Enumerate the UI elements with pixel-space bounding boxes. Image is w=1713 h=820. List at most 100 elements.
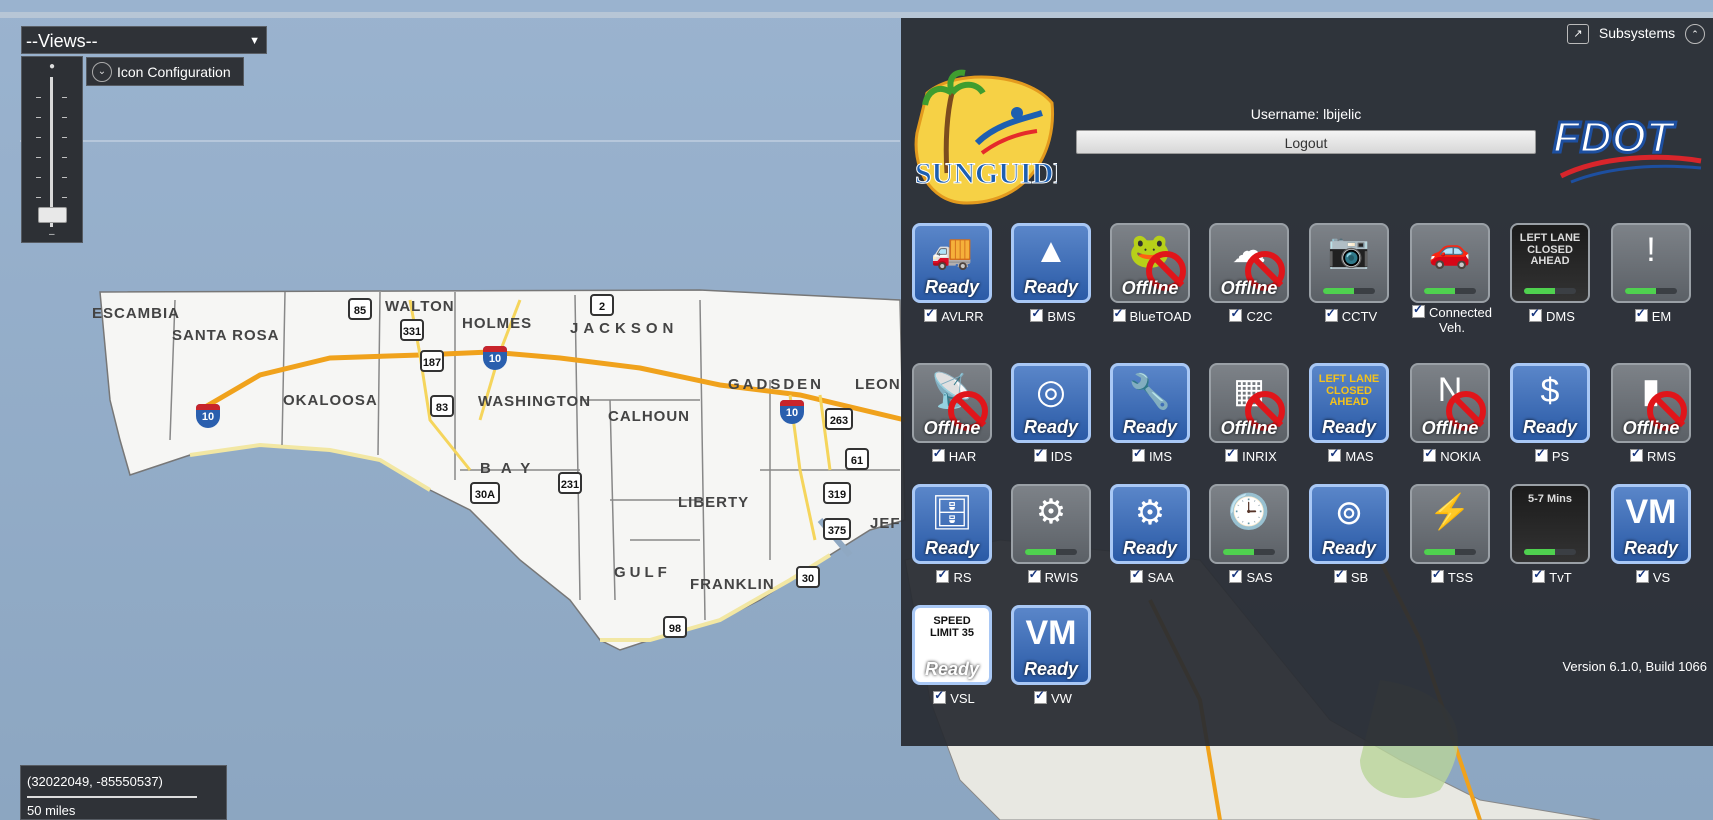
tile-checkbox[interactable] [1112, 306, 1126, 322]
sensor-icon[interactable]: ⚡ [1410, 484, 1490, 564]
tow-truck-icon[interactable]: 🚚 Ready [912, 223, 992, 303]
gear-icon[interactable]: ⚙ Ready [1110, 484, 1190, 564]
subsystem-tile-vsl[interactable]: SPEED LIMIT 35 Ready VSL [908, 605, 1000, 711]
zoom-out-icon[interactable]: – [49, 229, 55, 240]
weather-station-icon[interactable]: ⚙ [1011, 484, 1091, 564]
exclamation-icon[interactable]: ! [1611, 223, 1691, 303]
toad-icon[interactable]: 🐸 Offline [1110, 223, 1190, 303]
wrench-icon[interactable]: 🔧 Ready [1110, 363, 1190, 443]
tile-checkbox[interactable] [1130, 567, 1144, 583]
tile-checkbox[interactable] [1630, 446, 1644, 462]
subsystem-tile-dms[interactable]: LEFT LANE CLOSED AHEAD DMS [1506, 223, 1598, 329]
tile-checkbox[interactable] [1131, 446, 1145, 462]
logout-button[interactable]: Logout [1076, 130, 1536, 154]
clock-icon[interactable]: 🕒 [1209, 484, 1289, 564]
barrier-icon[interactable]: ▲ Ready [1011, 223, 1091, 303]
subsystem-tile-mas[interactable]: LEFT LANE CLOSED AHEAD Ready MAS [1305, 363, 1397, 469]
subsystem-tile-sb[interactable]: ⊚ Ready SB [1305, 484, 1397, 590]
subsystem-tile-tss[interactable]: ⚡ TSS [1406, 484, 1498, 590]
tile-glyph: $ [1540, 372, 1560, 410]
tile-glyph: LEFT LANE CLOSED AHEAD [1318, 373, 1380, 409]
radar-icon[interactable]: ◎ Ready [1011, 363, 1091, 443]
subsystems-toggle[interactable]: ↗ Subsystems ⌃ [1566, 22, 1705, 45]
broadcast-icon[interactable]: ⊚ Ready [1309, 484, 1389, 564]
subsystem-tile-ims[interactable]: 🔧 Ready IMS [1106, 363, 1198, 469]
tile-checkbox[interactable] [1030, 306, 1044, 322]
subsystem-tile-rs[interactable]: 🗄 Ready RS [908, 484, 1000, 590]
dollar-icon[interactable]: $ Ready [1510, 363, 1590, 443]
sign-icon[interactable]: LEFT LANE CLOSED AHEAD Ready [1309, 363, 1389, 443]
subsystem-tile-har[interactable]: 📡Offline HAR [908, 363, 1000, 469]
cloud-icon[interactable]: ☁ Offline [1209, 223, 1289, 303]
icon-configuration-button[interactable]: ⌄ Icon Configuration [86, 57, 244, 86]
radio-tower-icon[interactable]: 📡 Offline [912, 363, 992, 443]
subsystem-tile-sas[interactable]: 🕒 SAS [1205, 484, 1297, 590]
subsystem-tile-cctv[interactable]: 📷 CCTV [1305, 223, 1397, 329]
county-label: GULF [614, 564, 671, 581]
speed-limit-icon[interactable]: SPEED LIMIT 35 Ready [912, 605, 992, 685]
subsystem-tile-avlrr[interactable]: 🚚 Ready AVLRR [908, 223, 1000, 329]
connected-vehicle-icon[interactable]: 🚗 [1410, 223, 1490, 303]
subsystem-tile-rms[interactable]: ▮Offline RMS [1607, 363, 1699, 469]
zoom-slider[interactable]: ● – [21, 56, 83, 243]
subsystem-tile-saa[interactable]: ⚙ Ready SAA [1106, 484, 1198, 590]
route-shield: 61 [845, 448, 869, 470]
collapse-icon[interactable]: ⌃ [1685, 24, 1705, 45]
subsystem-tile-bms[interactable]: ▲ Ready BMS [1007, 223, 1099, 329]
inrix-icon[interactable]: ▦ Offline [1209, 363, 1289, 443]
tile-checkbox[interactable] [1430, 567, 1444, 583]
subsystem-tile-bluetoad[interactable]: 🐸Offline BlueTOAD [1106, 223, 1198, 329]
tile-glyph: ⚙ [1134, 494, 1166, 532]
subsystem-tile-inrix[interactable]: ▦Offline INRIX [1205, 363, 1297, 469]
subsystem-tile-connected-veh[interactable]: 🚗 Connected Veh. [1406, 223, 1498, 335]
tile-label-text: PS [1551, 449, 1570, 464]
vm-icon[interactable]: VM Ready [1011, 605, 1091, 685]
tile-checkbox[interactable] [1324, 306, 1338, 322]
tile-checkbox[interactable] [936, 567, 950, 583]
nokia-icon[interactable]: N Offline [1410, 363, 1490, 443]
subsystem-tile-ps[interactable]: $ Ready PS [1506, 363, 1598, 469]
tile-checkbox[interactable] [933, 688, 947, 704]
tile-checkbox[interactable] [1033, 446, 1047, 462]
tile-checkbox[interactable] [1229, 567, 1243, 583]
zoom-tick [36, 197, 41, 198]
subsystem-tile-ids[interactable]: ◎ Ready IDS [1007, 363, 1099, 469]
vm-icon[interactable]: VM Ready [1611, 484, 1691, 564]
tile-checkbox[interactable] [1423, 446, 1437, 462]
subsystem-tile-vs[interactable]: VM Ready VS [1607, 484, 1699, 590]
sign-icon[interactable]: 5-7 Mins [1510, 484, 1590, 564]
subsystem-tile-vw[interactable]: VM Ready VW [1007, 605, 1099, 711]
tile-checkbox[interactable] [931, 446, 945, 462]
subsystem-tile-c2c[interactable]: ☁Offline C2C [1205, 223, 1297, 329]
tile-checkbox[interactable] [1027, 567, 1041, 583]
popout-icon[interactable]: ↗ [1566, 24, 1589, 45]
traffic-light-icon[interactable]: ▮ Offline [1611, 363, 1691, 443]
zoom-tick [62, 177, 67, 178]
subsystem-tile-rwis[interactable]: ⚙ RWIS [1007, 484, 1099, 590]
tile-checkbox[interactable] [1529, 306, 1543, 322]
subsystem-tile-em[interactable]: ! EM [1607, 223, 1699, 329]
tile-checkbox[interactable] [1333, 567, 1347, 583]
status-bar [1524, 549, 1576, 555]
tile-checkbox[interactable] [1532, 567, 1546, 583]
tile-label-text: VS [1652, 570, 1671, 585]
zoom-in-icon[interactable]: ● [49, 61, 55, 72]
subsystem-tile-tvt[interactable]: 5-7 Mins TvT [1506, 484, 1598, 590]
camera-icon[interactable]: 📷 [1309, 223, 1389, 303]
tile-checkbox[interactable] [1229, 306, 1243, 322]
file-cabinet-icon[interactable]: 🗄 Ready [912, 484, 992, 564]
tile-checkbox[interactable] [1534, 446, 1548, 462]
tile-status: Offline [1220, 418, 1278, 438]
tile-checkbox[interactable] [1225, 446, 1239, 462]
views-dropdown[interactable]: --Views-- ▼ [21, 26, 267, 54]
tile-checkbox[interactable] [1634, 306, 1648, 322]
zoom-track[interactable] [50, 77, 53, 227]
tile-checkbox[interactable] [1635, 567, 1649, 583]
zoom-thumb[interactable] [38, 207, 67, 223]
tile-checkbox[interactable] [924, 306, 938, 322]
sign-icon[interactable]: LEFT LANE CLOSED AHEAD [1510, 223, 1590, 303]
subsystem-tile-nokia[interactable]: NOffline NOKIA [1406, 363, 1498, 469]
tile-checkbox[interactable] [1034, 688, 1048, 704]
tile-checkbox[interactable] [1328, 446, 1342, 462]
tile-checkbox[interactable] [1412, 302, 1426, 318]
